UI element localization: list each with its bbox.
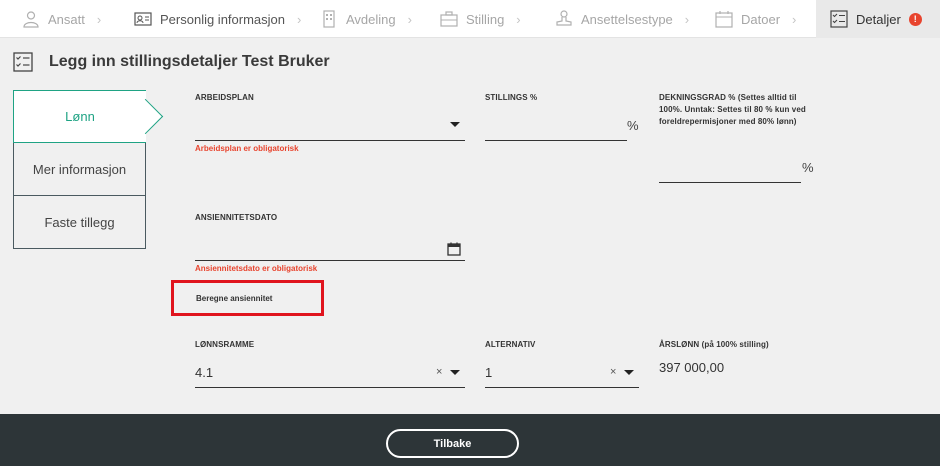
alternativ-label: ALTERNATIV (485, 340, 536, 349)
step-detaljer[interactable]: Detaljer ! (816, 0, 940, 38)
tab-lonn[interactable]: Lønn (13, 90, 146, 143)
chevron-right-icon: › (96, 11, 102, 27)
stillings-pct-underline (485, 140, 627, 141)
dekningsgrad-label: DEKNINGSGRAD % (Settes alltid til 100%. … (659, 93, 806, 126)
ansiennitetsdato-error: Ansiennitetsdato er obligatorisk (195, 264, 318, 273)
step-avdeling[interactable]: Avdeling › (320, 0, 412, 38)
dropdown-arrow-icon[interactable] (450, 370, 460, 375)
tab-label: Lønn (65, 109, 95, 124)
footer-bar: Tilbake (0, 414, 940, 466)
dropdown-arrow-icon[interactable] (450, 122, 460, 127)
back-button[interactable]: Tilbake (386, 429, 519, 458)
step-label: Ansatt (48, 11, 85, 27)
chevron-right-icon: › (684, 11, 690, 27)
alert-icon: ! (908, 12, 922, 26)
alternativ-underline (485, 387, 639, 388)
lonnsramme-value: 4.1 (195, 365, 214, 380)
lonnsramme-underline (195, 387, 465, 388)
checklist-icon (830, 10, 848, 28)
step-label: Personlig informasjon (160, 11, 286, 27)
ansiennitetsdato-input[interactable] (195, 228, 465, 261)
arslonn-label: ÅRSLØNN (på 100% stilling) (659, 340, 769, 349)
page-header: Legg inn stillingsdetaljer Test Bruker (13, 52, 330, 72)
lonnsramme-select[interactable]: 4.1 × (195, 355, 465, 388)
checklist-icon (13, 52, 33, 72)
step-ansettelsestype[interactable]: Ansettelsestype › (555, 0, 689, 38)
percent-unit: % (802, 160, 814, 175)
calendar-icon[interactable] (447, 242, 461, 256)
step-ansatt[interactable]: Ansatt › (22, 0, 101, 38)
ansiennitetsdato-underline (195, 260, 465, 261)
beregne-ansiennitet-link[interactable]: Beregne ansiennitet (196, 294, 272, 303)
clear-icon[interactable]: × (436, 366, 442, 378)
percent-unit: % (627, 118, 639, 133)
page-title: Legg inn stillingsdetaljer Test Bruker (49, 53, 330, 70)
tab-faste-tillegg[interactable]: Faste tillegg (13, 196, 146, 249)
chevron-right-icon: › (516, 11, 521, 27)
step-stilling[interactable]: Stilling › (440, 0, 521, 38)
chevron-right-icon: › (792, 11, 797, 27)
arbeidsplan-underline (195, 140, 465, 141)
alternativ-select[interactable]: 1 × (485, 355, 639, 388)
stillings-pct-label: STILLINGS % (485, 93, 538, 102)
ansiennitetsdato-label: ANSIENNITETSDATO (195, 213, 278, 222)
chevron-right-icon: › (407, 11, 412, 27)
alternativ-value: 1 (485, 365, 493, 380)
arbeidsplan-select[interactable] (195, 108, 465, 141)
arbeidsplan-error: Arbeidsplan er obligatorisk (195, 144, 299, 153)
calendar-icon (715, 10, 733, 28)
arbeidsplan-label: ARBEIDSPLAN (195, 93, 254, 102)
lonnsramme-label: LØNNSRAMME (195, 340, 255, 349)
building-icon (320, 10, 338, 28)
side-tabs: Lønn Mer informasjon Faste tillegg (13, 90, 146, 249)
step-personlig-informasjon[interactable]: Personlig informasjon › (134, 0, 301, 38)
step-label: Datoer (741, 11, 781, 27)
clear-icon[interactable]: × (610, 366, 616, 378)
id-card-icon (134, 10, 152, 28)
step-label: Avdeling (346, 11, 396, 27)
progress-stepper: Ansatt › Personlig informasjon › Avdelin… (0, 0, 940, 38)
arslonn-value: 397 000,00 (659, 360, 725, 375)
dekningsgrad-underline (659, 182, 801, 183)
step-label: Stilling (466, 11, 505, 27)
tab-label: Mer informasjon (32, 161, 127, 177)
tab-label: Faste tillegg (44, 214, 115, 230)
dropdown-arrow-icon[interactable] (624, 370, 634, 375)
dekningsgrad-input[interactable] (659, 150, 801, 183)
tab-mer-informasjon[interactable]: Mer informasjon (13, 143, 146, 196)
stamp-icon (555, 10, 573, 28)
step-label: Detaljer (856, 11, 901, 27)
step-label: Ansettelsestype (581, 11, 673, 27)
stillings-pct-input[interactable] (485, 108, 627, 141)
person-icon (22, 10, 40, 28)
step-datoer[interactable]: Datoer › (715, 0, 796, 38)
chevron-right-icon: › (297, 11, 302, 27)
briefcase-icon (440, 10, 458, 28)
